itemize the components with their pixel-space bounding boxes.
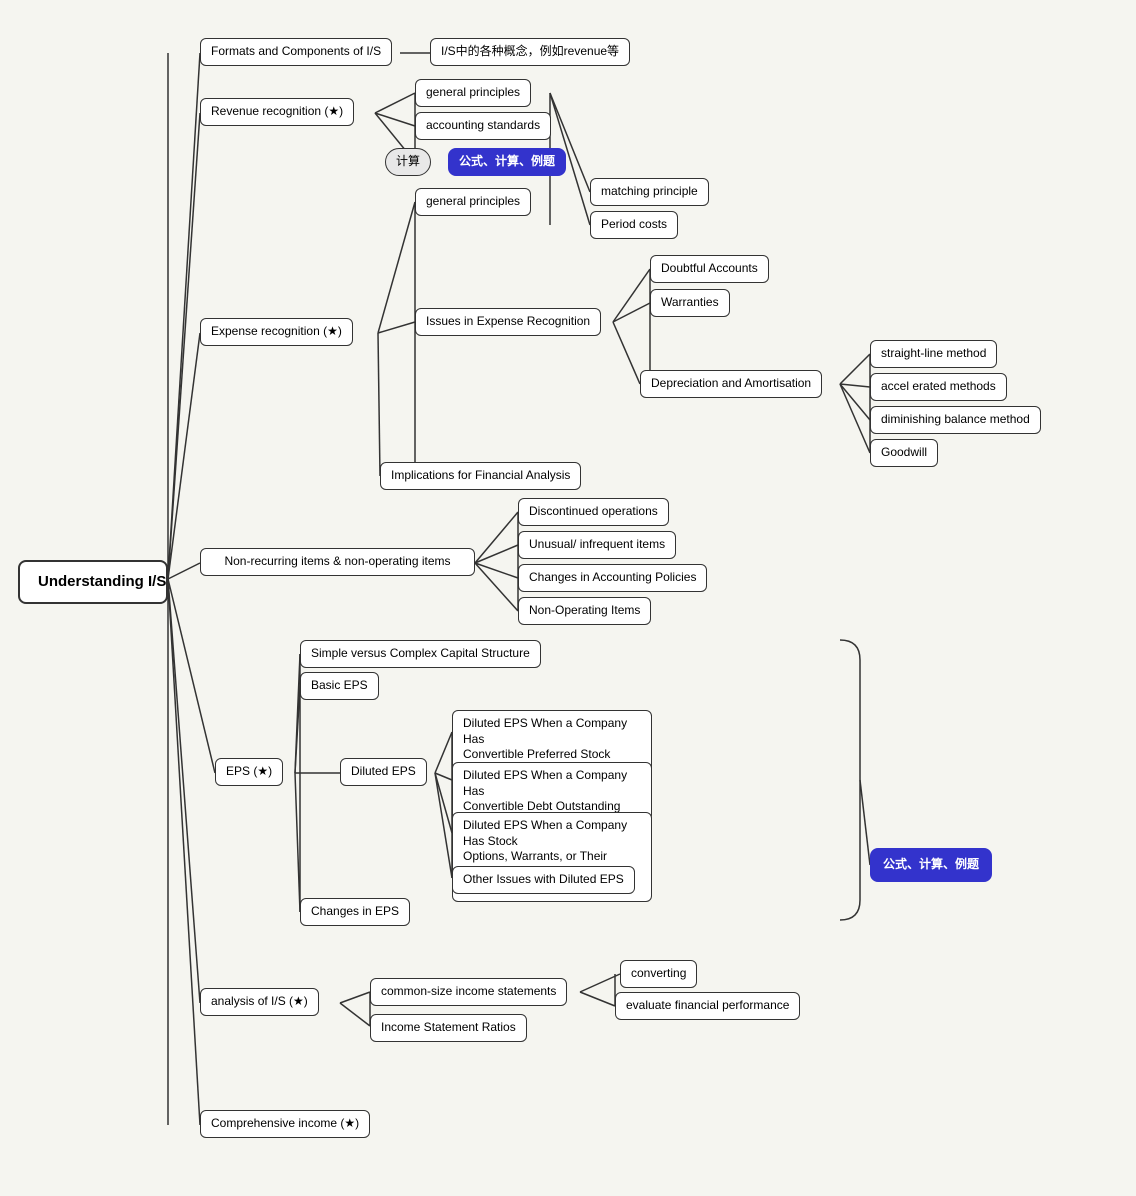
comprehensive-income-node: Comprehensive income (★)	[200, 1110, 370, 1138]
eps-node: EPS (★)	[215, 758, 283, 786]
simple-vs-complex-node: Simple versus Complex Capital Structure	[300, 640, 541, 668]
formula-blue2-node[interactable]: 公式、计算、例题	[870, 848, 992, 882]
diluted-eps-node: Diluted EPS	[340, 758, 427, 786]
unusual-node: Unusual/ infrequent items	[518, 531, 676, 559]
changes-accounting-node: Changes in Accounting Policies	[518, 564, 707, 592]
calc-label-node: 计算	[385, 148, 431, 176]
revenue-rec-node: Revenue recognition (★)	[200, 98, 354, 126]
income-stmt-ratios-node: Income Statement Ratios	[370, 1014, 527, 1042]
common-size-node: common-size income statements	[370, 978, 567, 1006]
depreciation-node: Depreciation and Amortisation	[640, 370, 822, 398]
is-concepts-node: I/S中的各种概念，例如revenue等	[430, 38, 630, 66]
straight-line-node: straight-line method	[870, 340, 997, 368]
accel-methods-node: accel erated methods	[870, 373, 1007, 401]
nonrecurring-node: Non-recurring items & non-operating item…	[200, 548, 475, 576]
accounting-standards-node: accounting standards	[415, 112, 551, 140]
matching-principle-node: matching principle	[590, 178, 709, 206]
analysis-is-node: analysis of I/S (★)	[200, 988, 319, 1016]
changes-eps-node: Changes in EPS	[300, 898, 410, 926]
converting-node: converting	[620, 960, 697, 988]
root-node: Understanding I/S	[18, 560, 168, 604]
basic-eps-node: Basic EPS	[300, 672, 379, 700]
implications-node: Implications for Financial Analysis	[380, 462, 581, 490]
discontinued-node: Discontinued operations	[518, 498, 669, 526]
other-diluted-node: Other Issues with Diluted EPS	[452, 866, 635, 894]
general-principles-rev-node: general principles	[415, 79, 531, 107]
issues-expense-node: Issues in Expense Recognition	[415, 308, 601, 336]
expense-rec-node: Expense recognition (★)	[200, 318, 353, 346]
doubtful-accounts-node: Doubtful Accounts	[650, 255, 769, 283]
goodwill-node: Goodwill	[870, 439, 938, 467]
general-principles-exp-node: general principles	[415, 188, 531, 216]
warranties-node: Warranties	[650, 289, 730, 317]
evaluate-node: evaluate financial performance	[615, 992, 800, 1020]
diminishing-node: diminishing balance method	[870, 406, 1041, 434]
formula-blue1-node[interactable]: 公式、计算、例题	[448, 148, 566, 176]
formats-node: Formats and Components of I/S	[200, 38, 392, 66]
period-costs-node: Period costs	[590, 211, 678, 239]
nonoperating-node: Non-Operating Items	[518, 597, 651, 625]
